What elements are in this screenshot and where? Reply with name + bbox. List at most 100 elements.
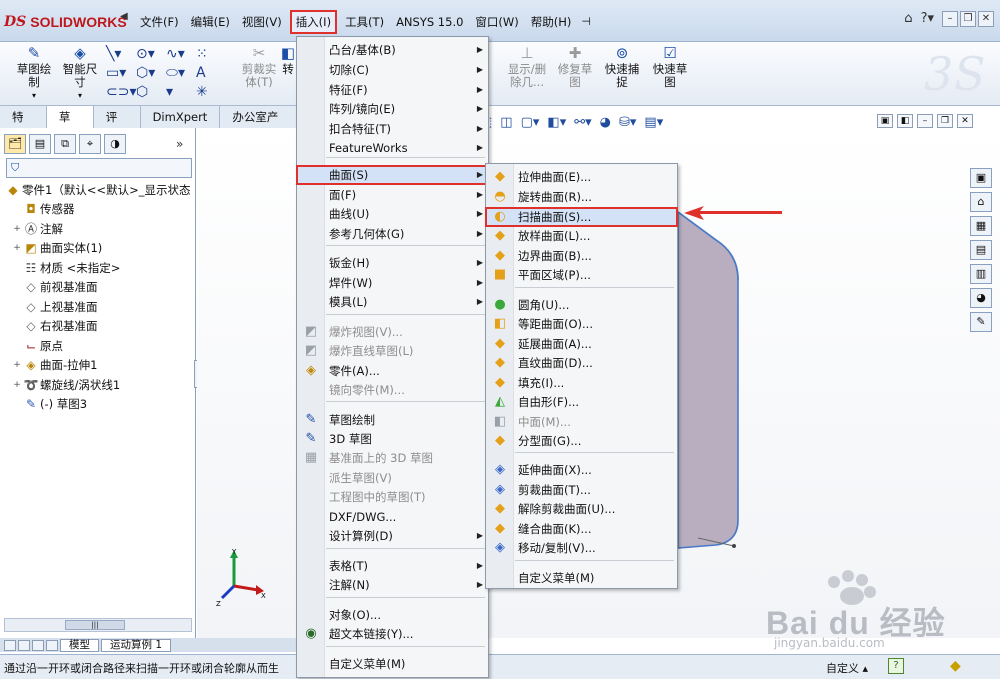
insert-menu-item[interactable]: 特征(F) ▶ — [296, 80, 489, 100]
insert-menu-item[interactable]: 自定义菜单(M) — [296, 654, 489, 674]
insert-menu-item[interactable]: ◈ 零件(A)... — [296, 361, 489, 381]
line-icon[interactable]: ╲▾ — [106, 44, 136, 63]
dot-icon[interactable]: ▾ — [166, 82, 196, 101]
scroll-thumb[interactable]: ||| — [65, 620, 125, 630]
tree-item[interactable]: ⌙ 原点 — [4, 336, 196, 356]
scene-icon[interactable]: ⛁▾ — [619, 115, 636, 130]
appearance-pane-icon[interactable]: ◕ — [970, 288, 992, 308]
insert-menu-item[interactable]: ◉ 超文本链接(Y)... — [296, 624, 489, 644]
smart-dimension-button[interactable]: ◈ 智能尺 寸 ▾ — [58, 44, 102, 102]
status-help-icon[interactable]: ? — [888, 658, 904, 674]
viewport-minimize-icon[interactable]: – — [917, 114, 933, 128]
surface-menu-item[interactable]: ◆ 放样曲面(L)... — [485, 226, 678, 246]
insert-menu-item[interactable]: 阵列/镜向(E) ▶ — [296, 99, 489, 119]
insert-menu-item[interactable]: 扣合特征(T) ▶ — [296, 119, 489, 139]
display-style-icon[interactable]: ◧▾ — [547, 115, 566, 130]
tab-dimxpert[interactable]: DimXpert — [140, 106, 221, 128]
menu-file[interactable]: 文件(F) — [134, 10, 185, 34]
insert-menu-item[interactable]: 工程图中的草图(T) — [296, 487, 489, 507]
display-manager-icon[interactable]: ◑ — [104, 134, 126, 154]
view-settings-icon[interactable]: ▤▾ — [644, 115, 663, 130]
text-icon[interactable]: A — [196, 63, 226, 82]
tree-item[interactable]: + ◩ 曲面实体(1) — [4, 239, 196, 259]
section-view-icon[interactable]: ◫ — [500, 115, 512, 130]
tag-icon[interactable]: ◆ — [950, 658, 961, 674]
surface-menu-item[interactable]: ◧ 等距曲面(O)... — [485, 314, 678, 334]
insert-menu-item[interactable]: ◩ 爆炸视图(V)... — [296, 322, 489, 342]
tree-item[interactable]: + Ⓐ 注解 — [4, 219, 196, 239]
help-icon[interactable]: ?▾ — [921, 11, 934, 27]
insert-menu-item[interactable]: 钣金(H) ▶ — [296, 253, 489, 273]
insert-menu-item[interactable]: 派生草图(V) — [296, 468, 489, 488]
insert-menu-item[interactable]: 注解(N) ▶ — [296, 575, 489, 595]
menu-edit[interactable]: 编辑(E) — [185, 10, 236, 34]
tab-features[interactable]: 特征 — [0, 106, 47, 146]
menu-ansys[interactable]: ANSYS 15.0 — [390, 10, 469, 34]
menu-insert[interactable]: 插入(I) — [289, 10, 338, 34]
palette-icon[interactable]: ▥ — [970, 264, 992, 284]
restore-button[interactable]: ❐ — [960, 11, 976, 27]
surface-menu-item[interactable]: ◆ 解除剪裁曲面(U)... — [485, 499, 678, 519]
tree-filter[interactable]: ⛉ — [6, 158, 192, 178]
insert-menu-item[interactable]: 焊件(W) ▶ — [296, 273, 489, 293]
tree-item[interactable]: ◇ 前视基准面 — [4, 278, 196, 298]
minimize-button[interactable]: – — [942, 11, 958, 27]
first-tab-nav[interactable] — [4, 639, 16, 651]
insert-menu-item[interactable]: FeatureWorks ▶ — [296, 138, 489, 158]
tab-motion-study[interactable]: 运动算例 1 — [101, 638, 172, 652]
home-pane-icon[interactable]: ⌂ — [970, 192, 992, 212]
insert-menu-item[interactable]: 凸台/基体(B) ▶ — [296, 40, 489, 60]
menu-expand-icon[interactable]: ◀ — [120, 11, 130, 29]
expand-chevron-icon[interactable]: » — [176, 137, 183, 151]
last-tab-nav[interactable] — [46, 639, 58, 651]
hide-show-icon[interactable]: ⚯▾ — [574, 115, 591, 130]
surface-menu-item[interactable]: 自定义菜单(M) — [485, 568, 678, 588]
menu-window[interactable]: 窗口(W) — [469, 10, 524, 34]
viewport-split-icon[interactable]: ◧ — [897, 114, 913, 128]
surface-menu-item[interactable]: ◭ 自由形(F)... — [485, 392, 678, 412]
tab-evaluate[interactable]: 评估 — [93, 106, 141, 146]
insert-menu-item[interactable]: 面(F) ▶ — [296, 185, 489, 205]
surface-menu-item[interactable]: ■ 平面区域(P)... — [485, 265, 678, 285]
next-tab-nav[interactable] — [32, 639, 44, 651]
viewport-restore-icon[interactable]: ❐ — [937, 114, 953, 128]
tab-sketch[interactable]: 草图 — [46, 106, 94, 146]
insert-menu-item[interactable]: ✎ 3D 草图 — [296, 429, 489, 449]
insert-menu-item[interactable]: 切除(C) ▶ — [296, 60, 489, 80]
appearance-icon[interactable]: ◕ — [600, 115, 611, 130]
surface-menu-item[interactable]: ◆ 分型面(G)... — [485, 431, 678, 451]
hexagon-icon[interactable]: ⬡ — [136, 82, 166, 101]
viewport-tile-icon[interactable]: ▣ — [877, 114, 893, 128]
tree-item[interactable]: + ◈ 曲面-拉伸1 — [4, 356, 196, 376]
surface-menu-item[interactable]: ◆ 延展曲面(A)... — [485, 334, 678, 354]
surface-menu-item[interactable]: ◐ 扫描曲面(S)... — [485, 207, 678, 227]
insert-menu-item[interactable]: 曲线(U) ▶ — [296, 204, 489, 224]
insert-menu-item[interactable]: 镜向零件(M)... — [296, 380, 489, 400]
tree-item[interactable]: ◇ 上视基准面 — [4, 297, 196, 317]
sketch-button[interactable]: ✎ 草图绘 制 ▾ — [12, 44, 56, 102]
close-button[interactable]: ✕ — [978, 11, 994, 27]
tree-item[interactable]: ✎ (-) 草图3 — [4, 395, 196, 415]
solidworks-logo[interactable]: DS SOLIDWORKS — [4, 9, 127, 35]
property-manager-icon[interactable]: ▤ — [29, 134, 51, 154]
tree-item[interactable]: + ➰ 螺旋线/涡状线1 — [4, 375, 196, 395]
slot-icon[interactable]: ⊂⊃▾ — [106, 82, 137, 101]
tree-item[interactable]: ☷ 材质 <未指定> — [4, 258, 196, 278]
panel-scrollbar[interactable]: ||| — [4, 618, 192, 632]
prev-tab-nav[interactable] — [18, 639, 30, 651]
point-icon[interactable]: ✳ — [196, 82, 226, 101]
quick-sketch-button[interactable]: ☑ 快速草 图 — [648, 44, 692, 89]
surface-menu-item[interactable]: ◧ 中面(M)... — [485, 412, 678, 432]
tab-model[interactable]: 模型 — [60, 638, 99, 652]
home-icon[interactable]: ⌂ — [904, 11, 912, 27]
insert-menu-item[interactable]: 设计算例(D) ▶ — [296, 526, 489, 546]
insert-menu-item[interactable]: DXF/DWG... — [296, 507, 489, 527]
repair-sketch-button[interactable]: ✚ 修复草 图 — [554, 44, 596, 89]
tree-root[interactable]: ◆ 零件1（默认<<默认>_显示状态 — [4, 180, 196, 200]
insert-menu-item[interactable]: 曲面(S) ▶ — [296, 165, 489, 185]
feature-tree-icon[interactable]: 🗂 — [4, 134, 26, 154]
convert-button[interactable]: ◧ 转 — [282, 44, 294, 76]
surface-menu-item[interactable]: ◈ 剪裁曲面(T)... — [485, 480, 678, 500]
insert-menu-item[interactable]: 对象(O)... — [296, 605, 489, 625]
surface-model[interactable] — [676, 200, 786, 560]
